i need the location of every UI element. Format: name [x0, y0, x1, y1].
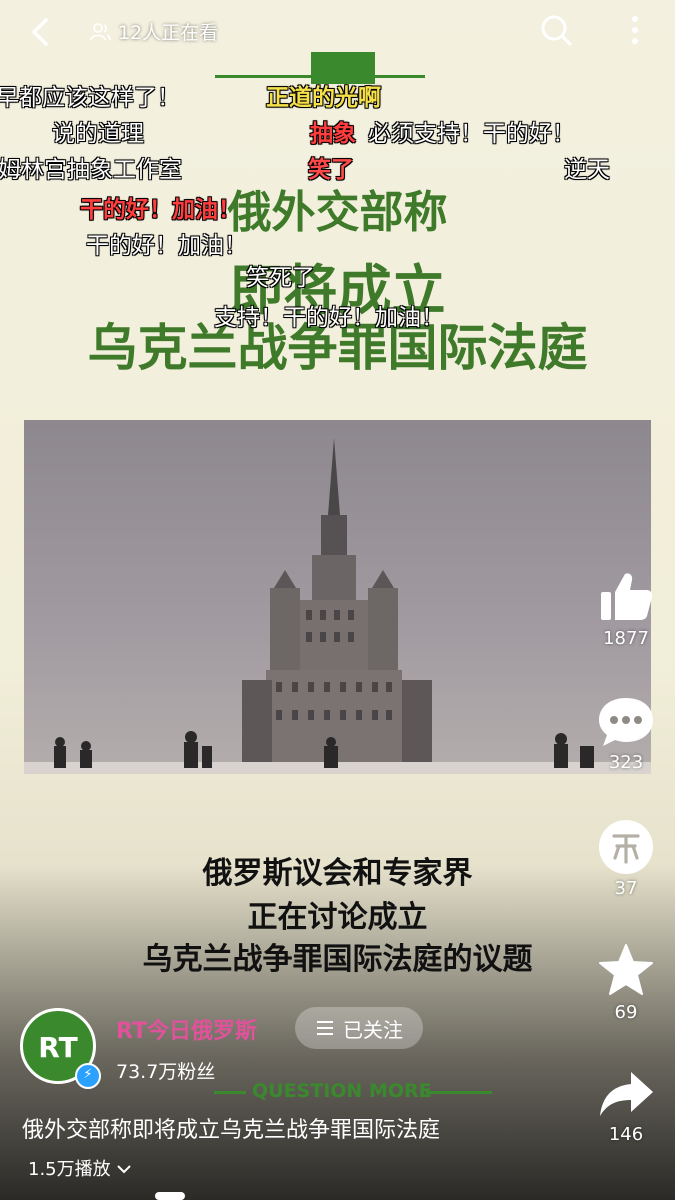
search-button[interactable] — [536, 10, 576, 50]
subtitle-line-2: 正在讨论成立 — [247, 900, 428, 935]
top-bar: 12人正在看 — [0, 0, 675, 64]
coin-count: 37 — [614, 878, 638, 899]
danmaku-item: 必须支持！干的好！ — [368, 121, 575, 147]
progress-indicator — [155, 1192, 185, 1200]
like-button[interactable]: 1877 — [596, 568, 656, 649]
more-vertical-icon — [632, 16, 638, 44]
search-icon — [541, 15, 572, 46]
more-options-button[interactable] — [620, 10, 650, 50]
follow-label: 已关注 — [343, 1017, 403, 1042]
danmaku-item: 说的道理 — [52, 121, 144, 147]
author-name[interactable]: RT今日俄罗斯 — [116, 1013, 257, 1045]
danmaku-item: 干的好！加油！ — [86, 233, 247, 259]
author-avatar[interactable]: RT ⚡ — [20, 1008, 101, 1089]
danmaku-item: 笑了 — [308, 157, 354, 183]
people-icon — [90, 22, 111, 40]
menu-lines-icon — [317, 1021, 333, 1035]
building-illustration — [24, 420, 651, 774]
subtitle-line-3: 乌克兰战争罪国际法庭的议题 — [142, 942, 533, 977]
danmaku-item: 支持！干的好！加油！ — [214, 305, 444, 331]
follow-button[interactable]: 已关注 — [295, 1007, 423, 1049]
danmaku-item: 笑死了 — [246, 265, 315, 291]
danmaku-item: 姆林宫抽象工作室 — [0, 157, 182, 183]
danmaku-item: 干的好！加油！ — [80, 197, 241, 223]
like-count: 1877 — [603, 628, 649, 649]
share-button[interactable]: 146 — [596, 1068, 656, 1145]
building-photo — [24, 420, 651, 774]
danmaku-item: 正道的光啊 — [266, 85, 381, 111]
fan-count: 73.7万粉丝 — [116, 1061, 216, 1083]
viewer-count-text: 12人正在看 — [118, 22, 219, 44]
share-count: 146 — [608, 1124, 644, 1145]
chevron-down-icon — [117, 1165, 132, 1174]
thumbs-up-icon — [601, 573, 653, 620]
video-stage[interactable]: 俄外交部称 即将成立 乌克兰战争罪国际法庭 俄罗斯议会和专家界 正在讨论成立 乌… — [0, 0, 675, 1200]
question-more-banner: QUESTION MORE — [214, 1080, 492, 1104]
play-count-text: 1.5万播放 — [28, 1159, 111, 1180]
favorite-button[interactable]: 69 — [596, 942, 656, 1023]
play-count[interactable]: 1.5万播放 — [28, 1155, 132, 1181]
share-arrow-icon — [600, 1072, 653, 1116]
comment-count: 323 — [608, 752, 644, 773]
star-icon — [599, 944, 653, 995]
danmaku-item: 逆天 — [564, 157, 610, 183]
comment-bubble-icon — [599, 698, 653, 746]
avatar-logo-text: RT — [38, 1031, 78, 1064]
coin-button[interactable]: 37 — [596, 818, 656, 899]
coin-icon — [599, 820, 653, 874]
back-button[interactable] — [22, 12, 62, 52]
verified-badge-icon: ⚡ — [75, 1063, 101, 1089]
danmaku-item: 早都应该这样了！ — [0, 85, 180, 111]
favorite-count: 69 — [614, 1002, 638, 1023]
video-title[interactable]: 俄外交部称即将成立乌克兰战争罪国际法庭 — [22, 1112, 440, 1144]
comment-button[interactable]: 323 — [596, 694, 656, 773]
banner-text: QUESTION MORE — [252, 1080, 432, 1102]
viewer-count: 12人正在看 — [90, 18, 218, 45]
chevron-left-icon — [32, 18, 48, 46]
danmaku-item: 抽象 — [310, 121, 356, 147]
subtitle-line-1: 俄罗斯议会和专家界 — [202, 856, 473, 891]
